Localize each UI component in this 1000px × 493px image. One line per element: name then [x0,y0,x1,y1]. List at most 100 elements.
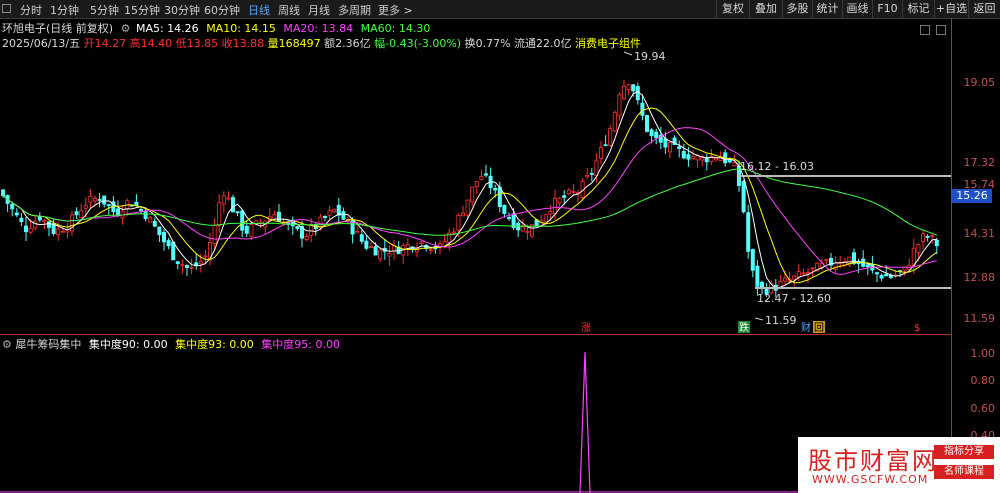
candle-body [33,220,38,229]
candle-body [276,211,281,222]
candle-body [640,102,645,116]
candle-body [548,211,553,215]
high-label: 19.94 [634,50,666,63]
watermark-tag-course: 名师课程 [934,465,994,479]
candle-body [755,265,760,287]
indicator-settings-icon[interactable]: ⚙ [2,338,12,351]
candle-body [364,240,369,249]
candle-body [934,239,939,247]
candle-body [134,201,139,206]
candle-body [240,210,245,231]
candle-body [649,129,654,137]
candle-body [143,210,148,220]
indicator-legend: ⚙ 犀牛筹码集中 集中度90: 0.00 集中度93: 0.00 集中度95: … [2,336,340,352]
candle-body [599,147,604,159]
candle-body [368,246,373,248]
candle-body [116,208,121,215]
candle-body [318,216,323,228]
candles [0,79,939,297]
candle-body [645,115,650,132]
candle-body [668,142,673,153]
candle-body [226,197,231,200]
candle-body [810,267,815,270]
marker-hui: 回 [814,322,824,334]
candle-body [295,226,300,230]
candle-body [571,191,576,193]
candle-body [626,84,631,90]
candle-body [327,210,332,216]
candle-body [322,216,327,219]
candle-body [566,189,571,195]
candle-body [879,274,884,279]
candle-body [198,260,203,265]
marker-cai: 财 [801,321,811,334]
candle-body [152,221,157,227]
candle-body [373,246,378,256]
candle-body [553,197,558,214]
candle-body [0,189,6,196]
candle-body [221,195,226,205]
candle-body [635,86,640,101]
candle-body [911,247,916,266]
candle-body [681,151,686,159]
candle-body [732,161,737,167]
price-tick: 19.05 [963,76,996,89]
marker-die: 跌 [739,321,749,334]
candle-body [79,210,84,218]
candle-body [562,195,567,198]
candle-body [428,249,433,251]
candle-body [60,230,65,233]
candle-body [217,202,222,227]
candle-body [157,226,162,236]
candle-body [235,211,240,214]
candle-body [792,275,797,280]
watermark-url: WWW.GSCFW.COM [812,473,929,486]
ma60-line [2,168,937,236]
candle-body [93,198,98,202]
indicator-c93: 集中度93: 0.00 [175,338,254,351]
indicator-tick: 0.80 [970,374,996,387]
candle-body [691,156,696,160]
candle-body [801,272,806,275]
candle-body [460,212,465,217]
candle-body [502,205,507,214]
candle-body [148,217,153,223]
candle-body [304,236,309,240]
price-axis-line [951,18,952,493]
candle-body [543,214,548,222]
candle-body [741,181,746,213]
kline-chart[interactable]: 19.94 11.59 16.12 - 16.03 12.47 - 12.60 涨 跌 财回… [0,0,951,493]
back-button[interactable]: 返回 [968,0,1000,18]
candle-body [175,261,180,265]
candle-body [359,234,364,242]
candle-body [783,277,788,282]
upper-range-label: 16.12 - 16.03 [740,160,814,173]
candle-body [19,217,24,223]
candle-body [557,197,562,204]
candle-body [28,228,33,233]
candle-body [796,271,801,278]
candle-body [451,231,456,234]
candle-body [603,144,608,147]
candle-body [37,216,42,221]
candle-body [249,223,254,237]
candle-body [341,211,346,220]
candle-body [884,273,889,277]
candle-body [184,265,189,269]
candle-body [88,195,93,203]
candle-body [925,235,930,238]
candle-body [14,212,19,216]
candle-body [189,266,194,269]
watermark-title: 股市财富网 [808,447,938,475]
candle-body [585,174,590,178]
candle-body [677,146,682,150]
marker-ex: $ [914,323,920,334]
candle-body [378,249,383,260]
candle-body [74,211,79,216]
candle-body [419,241,424,244]
candle-body [161,232,166,243]
candle-body [332,208,337,213]
candle-body [865,264,870,268]
candle-body [355,231,360,234]
candle-body [631,84,636,92]
